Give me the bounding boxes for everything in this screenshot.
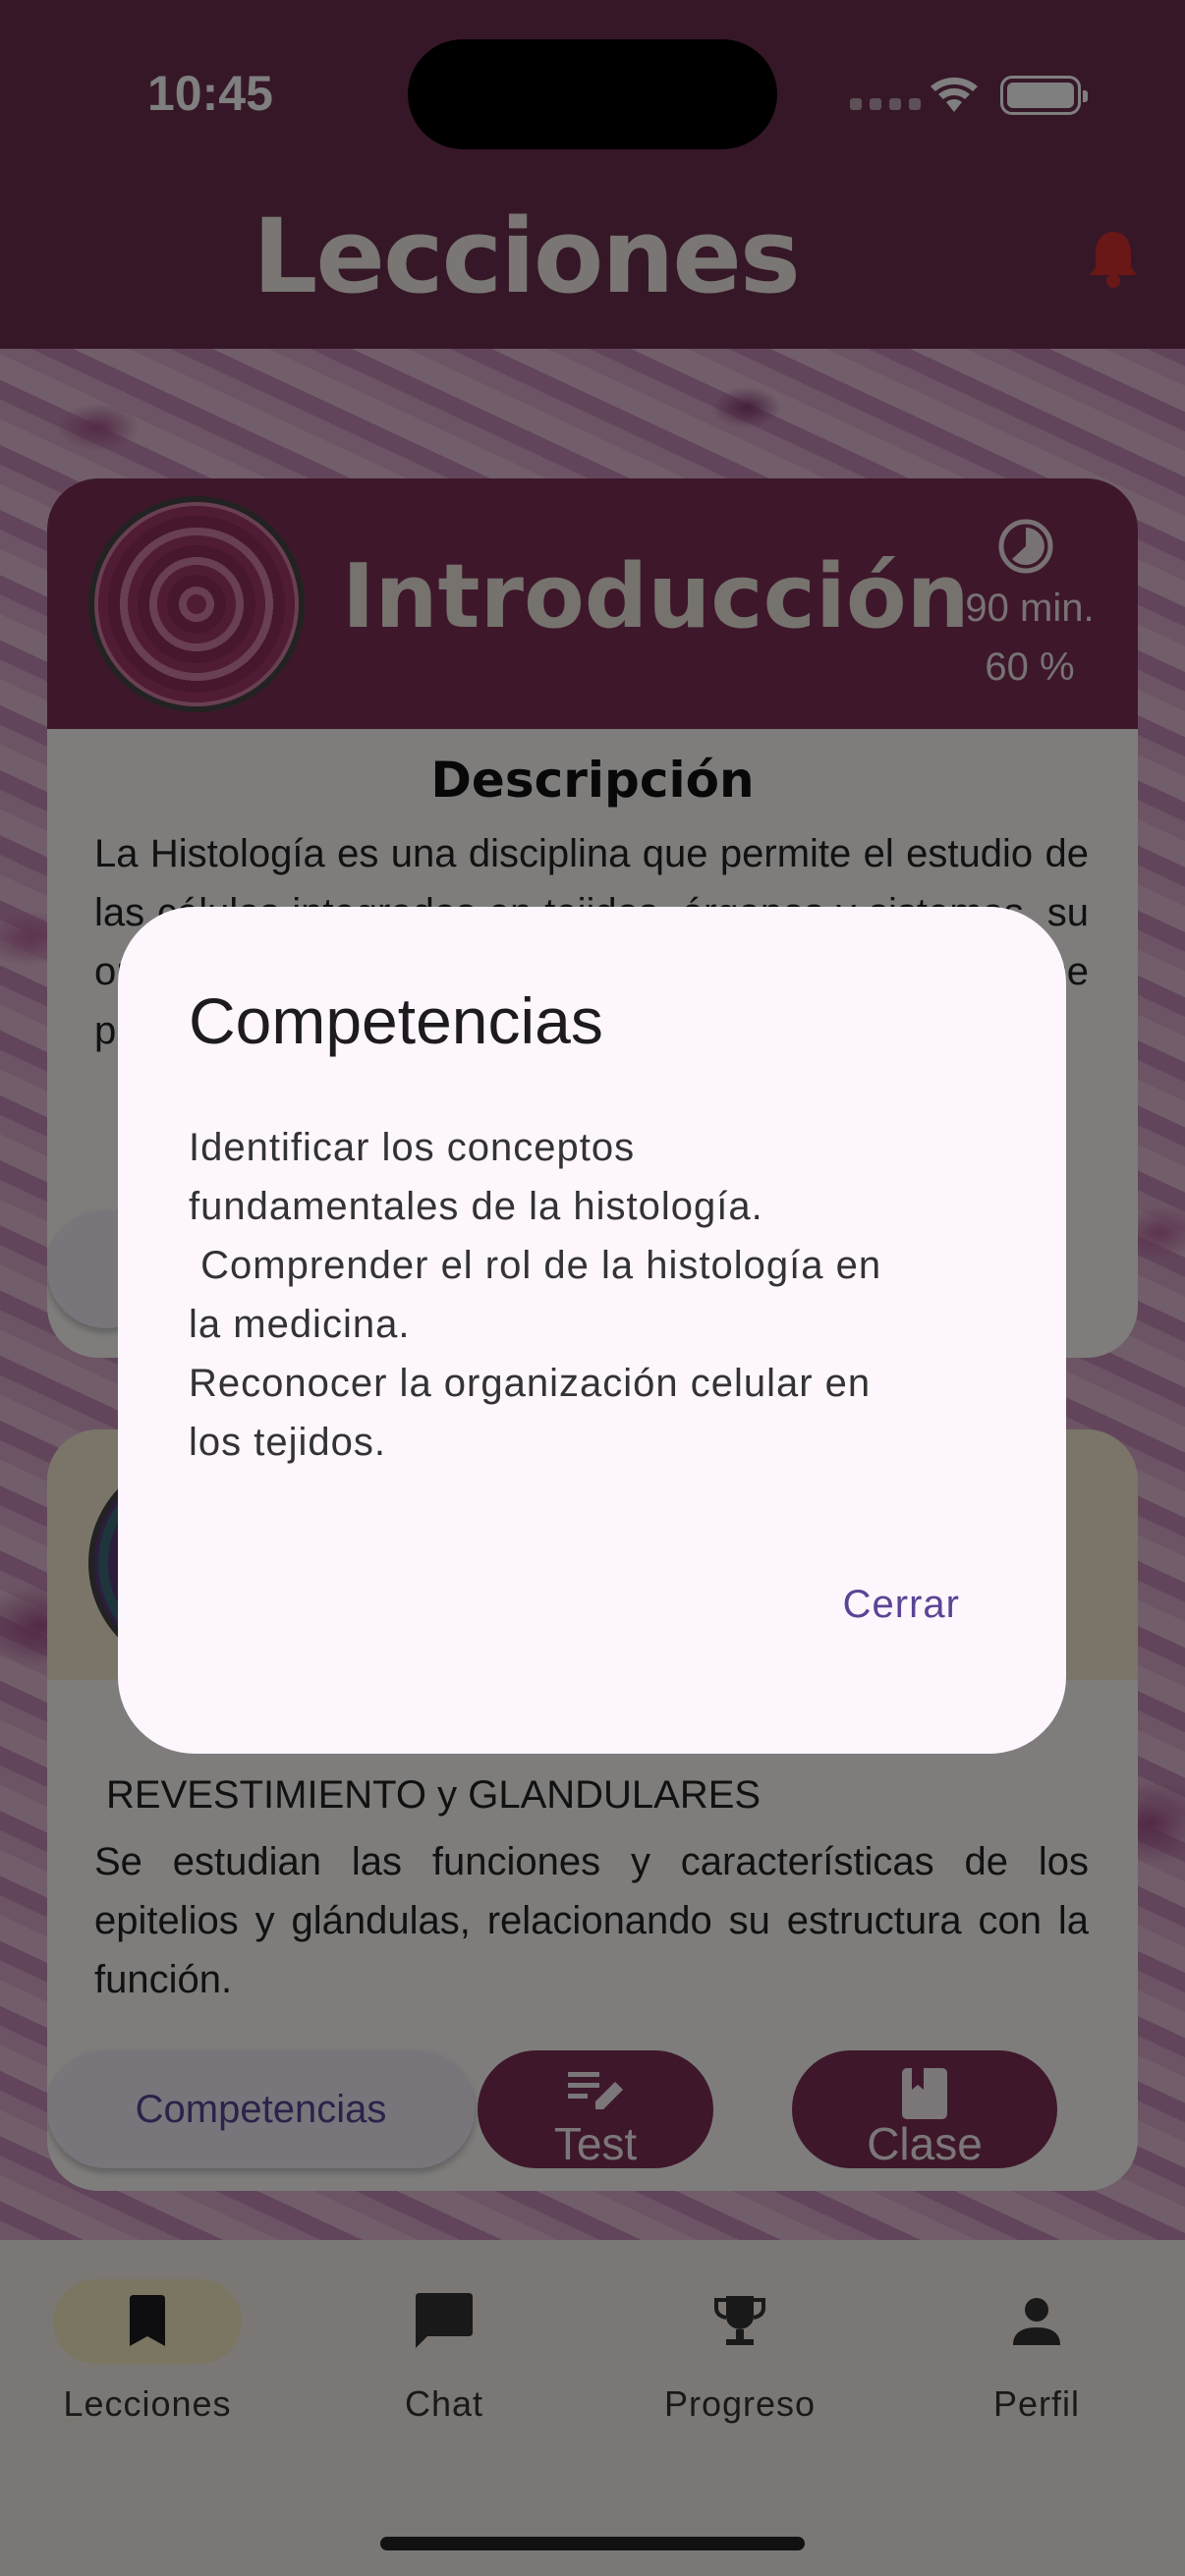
close-button[interactable]: Cerrar [843,1583,960,1627]
dialog-body: Identificar los conceptos fundamentales … [189,1126,882,1464]
home-indicator[interactable] [380,2537,805,2550]
dialog-title: Competencias [189,984,603,1057]
competencias-dialog: Competencias Identificar los conceptos f… [118,907,1066,1754]
